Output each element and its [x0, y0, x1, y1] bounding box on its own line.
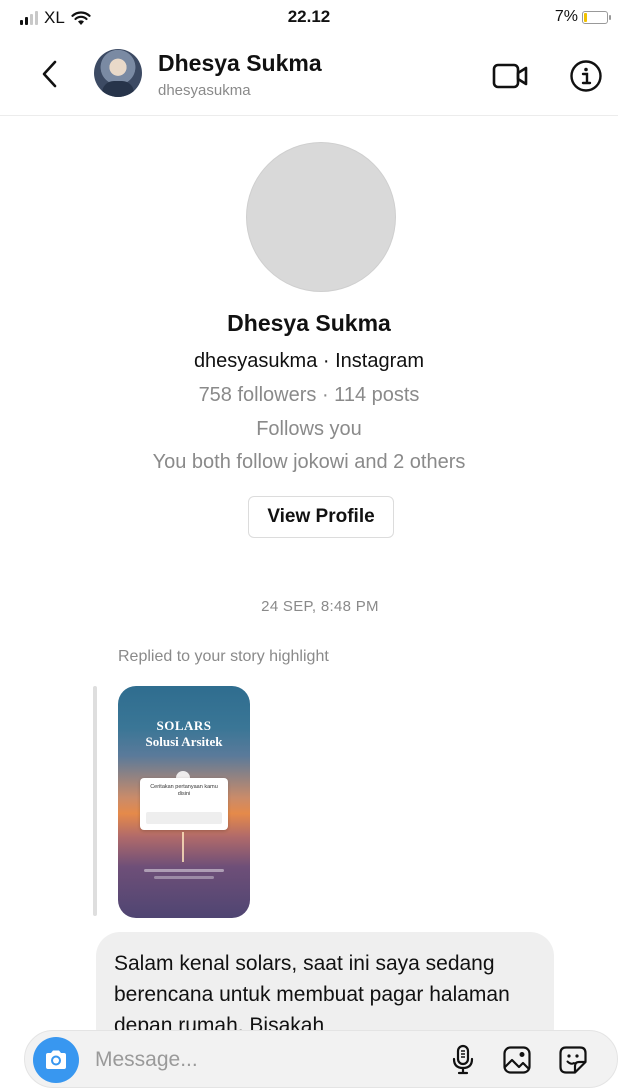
sticker-button[interactable]	[555, 1041, 591, 1079]
message-text: Salam kenal solars, saat ini saya sedang…	[114, 952, 510, 1037]
header-username[interactable]: dhesyasukma	[158, 82, 251, 99]
story-footer-line	[144, 869, 224, 872]
microphone-button[interactable]	[445, 1041, 481, 1079]
message-timestamp: 24 SEP, 8:48 PM	[261, 598, 379, 615]
header-avatar[interactable]	[94, 49, 142, 97]
gallery-button[interactable]	[499, 1041, 535, 1079]
profile-source-line: dhesyasukma · Instagram	[193, 350, 425, 372]
gallery-icon	[503, 1046, 531, 1074]
info-icon	[570, 60, 602, 92]
battery-percent: 7%	[554, 8, 578, 25]
profile-name: Dhesya Sukma	[227, 310, 391, 336]
story-footer-line	[154, 876, 214, 879]
back-icon	[42, 60, 57, 88]
battery-icon	[582, 10, 611, 24]
story-question-input	[146, 812, 222, 824]
story-light-ray	[182, 832, 184, 862]
reply-indicator-bar	[93, 686, 97, 916]
clock: 22.12	[287, 7, 331, 26]
video-call-button[interactable]	[490, 56, 532, 96]
message-input[interactable]	[95, 1041, 425, 1079]
back-button[interactable]	[30, 54, 70, 94]
message-composer	[24, 1030, 618, 1088]
story-subtitle: Solusi Arsitek	[145, 734, 223, 749]
story-title: SOLARS	[156, 718, 212, 733]
status-bar: XL 22.12 7%	[0, 0, 618, 36]
chat-header: Dhesya Sukma dhesyasukma	[0, 36, 618, 116]
story-question-card: Ceritakan pertanyaan kamu disini	[140, 778, 228, 830]
video-call-icon	[492, 63, 528, 89]
replied-to-story-label: Replied to your story highlight	[118, 648, 329, 665]
info-button[interactable]	[566, 56, 606, 96]
camera-button[interactable]	[33, 1037, 79, 1083]
view-profile-button[interactable]: View Profile	[248, 496, 394, 538]
follows-you-label: Follows you	[256, 418, 362, 440]
profile-stats: 758 followers · 114 posts	[198, 384, 420, 406]
header-name[interactable]: Dhesya Sukma	[158, 50, 322, 77]
profile-avatar[interactable]	[246, 142, 396, 292]
mutual-follows: You both follow jokowi and 2 others	[152, 451, 466, 473]
story-question-text: Ceritakan pertanyaan kamu disini	[150, 784, 218, 797]
microphone-icon	[452, 1044, 474, 1075]
sticker-icon	[559, 1046, 587, 1074]
camera-icon	[46, 1050, 66, 1069]
battery-group: 7%	[554, 8, 611, 26]
story-highlight-thumbnail[interactable]: SOLARS Solusi Arsitek Ceritakan pertanya…	[118, 686, 250, 918]
